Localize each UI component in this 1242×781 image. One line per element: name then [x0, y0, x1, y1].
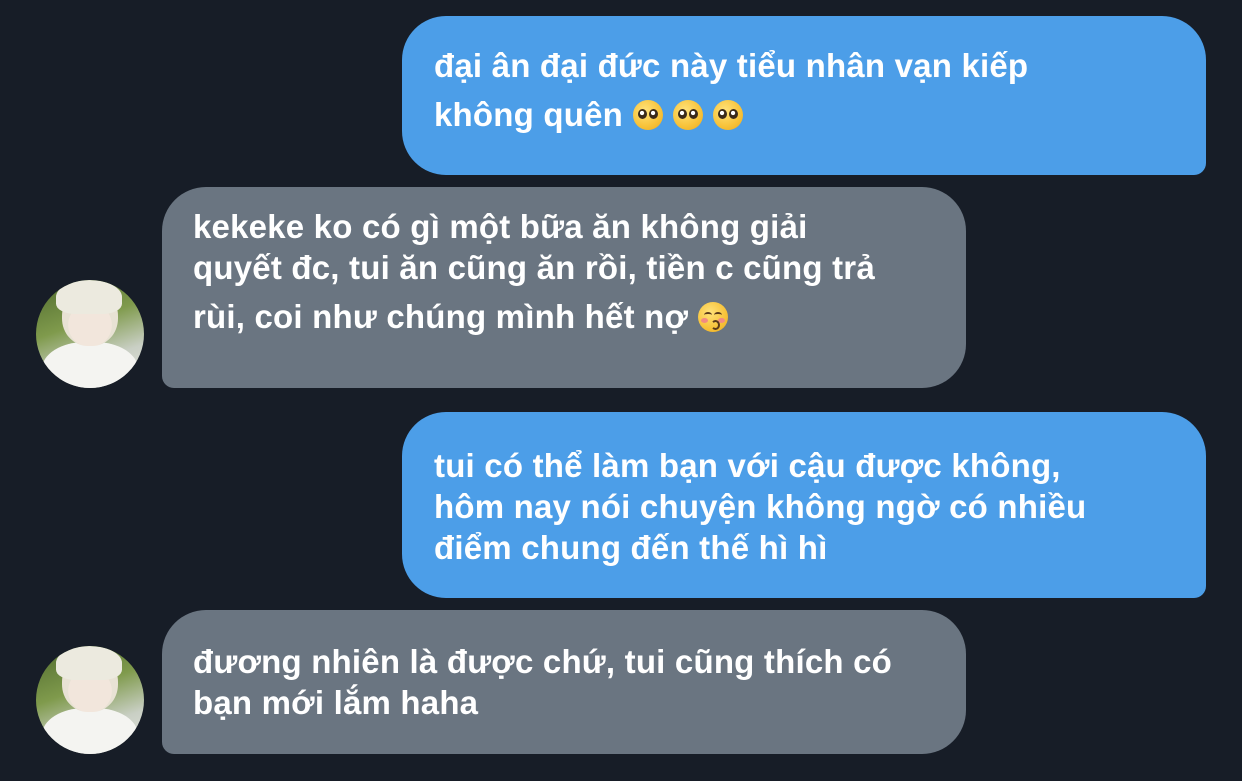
message-line: kekeke ko có gì một bữa ăn không giải [193, 208, 808, 245]
message-bubble-received[interactable]: kekeke ko có gì một bữa ăn không giải qu… [162, 187, 966, 388]
message-line: điểm chung đến thế hì hì [434, 529, 828, 566]
message-line: hôm nay nói chuyện không ngờ có nhiều [434, 488, 1087, 525]
message-line: quyết đc, tui ăn cũng ăn rồi, tiền c cũn… [193, 249, 875, 286]
message-line-with-emoji: rùi, coi như chúng mình hết nợ [193, 296, 966, 337]
message-line: không quên [434, 96, 623, 133]
pleading-face-icon [712, 100, 743, 130]
avatar[interactable] [36, 646, 144, 754]
message-line: đương nhiên là được chứ, tui cũng thích … [193, 643, 893, 680]
message-line: tui có thể làm bạn với cậu được không, [434, 447, 1061, 484]
message-line: đại ân đại đức này tiểu nhân vạn kiếp [434, 47, 1029, 84]
avatar[interactable] [36, 280, 144, 388]
message-line-with-emoji: không quên [434, 94, 1206, 135]
pleading-face-icon [672, 100, 703, 130]
message-bubble-received[interactable]: đương nhiên là được chứ, tui cũng thích … [162, 610, 966, 754]
message-line: rùi, coi như chúng mình hết nợ [193, 298, 689, 335]
message-bubble-sent[interactable]: đại ân đại đức này tiểu nhân vạn kiếp kh… [402, 16, 1206, 175]
message-bubble-sent[interactable]: tui có thể làm bạn với cậu được không, h… [402, 412, 1206, 598]
pleading-face-icon [632, 100, 663, 130]
kissing-closed-eyes-face-icon [698, 302, 729, 332]
message-line: bạn mới lắm haha [193, 684, 479, 721]
